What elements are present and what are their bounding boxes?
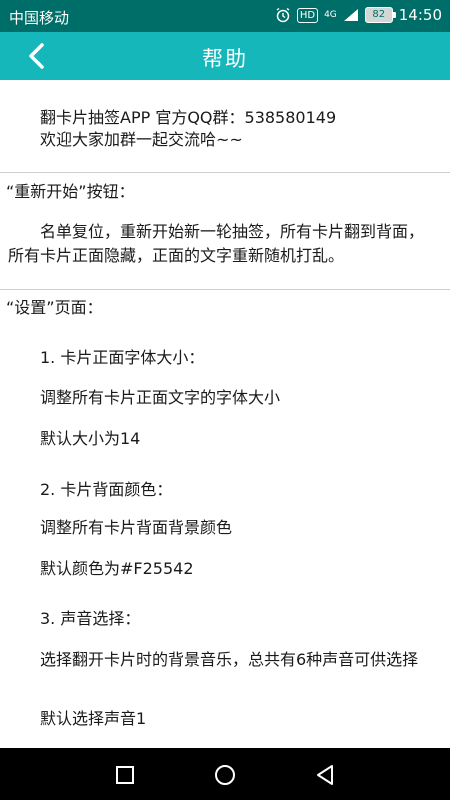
settings-heading: “设置”页面：	[6, 298, 103, 317]
page-title: 帮助	[202, 47, 248, 71]
status-bar: 中国移动 HD 4G 82 14:50	[0, 0, 450, 32]
qq-group-text: 翻卡片抽签APP 官方QQ群：538580149	[40, 108, 337, 127]
help-content[interactable]: 翻卡片抽签APP 官方QQ群：538580149 欢迎大家加群一起交流哈~~ “…	[0, 80, 450, 748]
divider	[0, 289, 450, 290]
back-nav-button[interactable]	[312, 762, 338, 788]
hd-badge: HD	[296, 7, 319, 23]
setting-default: 默认大小为14	[40, 429, 141, 448]
navigation-bar	[0, 748, 450, 800]
carrier-name: 中国移动	[9, 9, 70, 27]
setting-description: 调整所有卡片正面文字的字体大小	[40, 388, 281, 407]
battery-icon: 82	[364, 7, 396, 23]
square-icon	[116, 766, 134, 784]
status-icons: HD 4G 82 14:50	[275, 6, 442, 24]
recent-apps-button[interactable]	[112, 762, 138, 788]
setting-description: 调整所有卡片背面背景颜色	[40, 518, 233, 537]
setting-title: 2. 卡片背面颜色：	[40, 480, 173, 499]
clock: 14:50	[398, 6, 442, 24]
restart-description: 名单复位，重新开始新一轮抽签，所有卡片翻到背面，所有卡片正面隐藏，正面的文字重新…	[8, 222, 425, 265]
setting-title: 3. 声音选择：	[40, 609, 141, 628]
restart-heading: “重新开始”按钮：	[6, 182, 135, 201]
alarm-icon	[276, 7, 290, 23]
signal-icon	[343, 9, 358, 21]
network-type: 4G	[324, 10, 337, 20]
home-button[interactable]	[212, 762, 238, 788]
triangle-back-icon	[317, 765, 333, 785]
circle-icon	[215, 765, 235, 785]
welcome-text: 欢迎大家加群一起交流哈~~	[40, 130, 243, 149]
setting-description: 选择翻开卡片时的背景音乐，总共有6种声音可供选择	[40, 650, 419, 669]
app-bar: 帮助	[0, 32, 450, 80]
setting-title: 1. 卡片正面字体大小：	[40, 348, 205, 367]
setting-default: 默认颜色为#F25542	[40, 559, 194, 578]
divider	[0, 172, 450, 173]
setting-default: 默认选择声音1	[40, 709, 147, 728]
